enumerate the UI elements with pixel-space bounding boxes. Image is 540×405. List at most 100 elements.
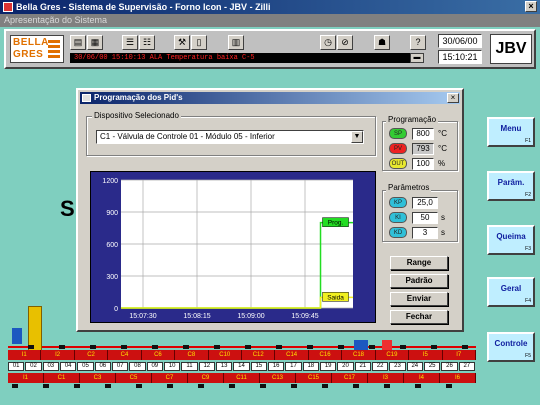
module-label[interactable]: 13: [216, 362, 233, 371]
module-label[interactable]: 15: [250, 362, 267, 371]
y-tick-label: 0: [114, 306, 118, 313]
burner-icon: [461, 345, 468, 349]
sp-value[interactable]: 800: [412, 128, 434, 140]
chevron-down-icon[interactable]: ▼: [351, 131, 363, 143]
alarm-message: 30/06/00 15:10:13 ALA Temperatura baixa …: [70, 53, 422, 63]
x-tick-label: 15:09:00: [237, 313, 264, 320]
sidebar-parametros-key: F2: [525, 192, 531, 198]
range-button[interactable]: Range: [390, 256, 448, 270]
module-label[interactable]: 06: [94, 362, 111, 371]
module-label[interactable]: 24: [406, 362, 423, 371]
sidebar-menu-key: F1: [525, 138, 531, 144]
burner-icon: [260, 384, 266, 388]
ki-unit: s: [441, 213, 445, 222]
pid-trend-chart: 0 300 600 900 1200 15:07:30 15:08:15 15:09:00 15…: [90, 171, 376, 323]
bottom-zone-label: C5: [116, 373, 152, 383]
alarm-list-button[interactable]: ▬: [410, 53, 424, 63]
fechar-button[interactable]: Fechar: [390, 310, 448, 324]
station-label: JBV: [490, 34, 532, 64]
sidebar-geral-button[interactable]: Geral F4: [487, 277, 535, 307]
sidebar-geral-label: Geral: [500, 284, 522, 293]
burner-icon: [384, 384, 390, 388]
module-label[interactable]: 21: [354, 362, 371, 371]
no-alarm-icon[interactable]: ⊘: [337, 35, 353, 50]
bottom-zone-label: I4: [404, 373, 440, 383]
sp-unit: °C: [438, 129, 447, 138]
clock-icon[interactable]: ◷: [320, 35, 336, 50]
module-label[interactable]: 03: [42, 362, 59, 371]
burner-icon: [213, 345, 220, 349]
module-label[interactable]: 11: [181, 362, 198, 371]
module-label[interactable]: 26: [441, 362, 458, 371]
burner-icon: [291, 384, 297, 388]
top-zone-label: C10: [208, 350, 242, 360]
pid-trend-svg: 0 300 600 900 1200 15:07:30 15:08:15 15:09:00 15…: [102, 178, 353, 320]
module-label[interactable]: 01: [8, 362, 25, 371]
sidebar-controle-button[interactable]: Controle F5: [487, 332, 535, 362]
burner-icon: [58, 345, 65, 349]
top-zone-label: C16: [308, 350, 343, 360]
app-icon: [3, 2, 13, 12]
help-icon[interactable]: ?: [410, 35, 426, 50]
document-icon[interactable]: ▯: [191, 35, 207, 50]
sidebar-queima-button[interactable]: Queima F3: [487, 225, 535, 255]
module-label[interactable]: 27: [458, 362, 475, 371]
module-label[interactable]: 19: [320, 362, 337, 371]
sidebar-parametros-button[interactable]: Parâm. F2: [487, 171, 535, 201]
kd-unit: s: [441, 228, 445, 237]
module-label[interactable]: 23: [389, 362, 406, 371]
sp-tag: SP: [389, 128, 407, 139]
module-label[interactable]: 14: [233, 362, 250, 371]
module-label[interactable]: 05: [77, 362, 94, 371]
padrao-button[interactable]: Padrão: [390, 274, 448, 288]
tools-icon[interactable]: ⚒: [174, 35, 190, 50]
y-tick-label: 600: [106, 242, 118, 249]
list-detail-icon[interactable]: ☷: [139, 35, 155, 50]
device-select-value: C1 - Válvula de Controle 01 - Módulo 05 …: [100, 132, 275, 141]
sidebar-parametros-label: Parâm.: [497, 178, 525, 187]
bella-gres-logo: BELLA GRES: [10, 35, 64, 63]
module-label[interactable]: 07: [112, 362, 129, 371]
battery-icon[interactable]: ▥: [228, 35, 244, 50]
print-icon[interactable]: ▤: [70, 35, 86, 50]
ki-value[interactable]: 50: [412, 212, 438, 224]
module-label[interactable]: 10: [164, 362, 181, 371]
operator-icon[interactable]: ☗: [374, 35, 390, 50]
pv-tag: PV: [389, 143, 407, 154]
top-zone-label: C6: [141, 350, 176, 360]
report-icon[interactable]: ▦: [87, 35, 103, 50]
enviar-button[interactable]: Enviar: [390, 292, 448, 306]
kp-value[interactable]: 25,0: [412, 197, 438, 209]
window-close-button[interactable]: ×: [525, 1, 537, 12]
device-select[interactable]: C1 - Válvula de Controle 01 - Módulo 05 …: [96, 130, 364, 144]
bottom-zone-label: C1: [44, 373, 80, 383]
list-icon[interactable]: ☰: [122, 35, 138, 50]
burner-icon: [167, 384, 173, 388]
pid-dialog: Programação dos Pid's × Dispositivo Sele…: [76, 88, 464, 332]
sidebar-queima-label: Queima: [496, 232, 526, 241]
module-label[interactable]: 18: [302, 362, 319, 371]
sidebar-controle-label: Controle: [494, 339, 528, 348]
sidebar-menu-button[interactable]: Menu F1: [487, 117, 535, 147]
burner-icon: [151, 345, 158, 349]
burner-icon: [244, 345, 251, 349]
module-label[interactable]: 12: [198, 362, 215, 371]
module-label[interactable]: 08: [129, 362, 146, 371]
module-label[interactable]: 09: [146, 362, 163, 371]
module-label[interactable]: 16: [268, 362, 285, 371]
kd-value[interactable]: 3: [412, 227, 438, 239]
module-label[interactable]: 22: [372, 362, 389, 371]
module-label[interactable]: 20: [337, 362, 354, 371]
top-zone-label: C14: [275, 350, 309, 360]
pid-dialog-close-button[interactable]: ×: [447, 93, 459, 103]
burner-icon: [27, 345, 34, 349]
module-label[interactable]: 02: [25, 362, 42, 371]
burner-icon: [74, 384, 80, 388]
burner-icon: [275, 345, 282, 349]
burner-icon: [229, 384, 235, 388]
module-label[interactable]: 25: [424, 362, 441, 371]
out-value[interactable]: 100: [412, 158, 434, 170]
module-label[interactable]: 17: [285, 362, 302, 371]
burner-icon: [430, 345, 437, 349]
module-label[interactable]: 04: [60, 362, 77, 371]
